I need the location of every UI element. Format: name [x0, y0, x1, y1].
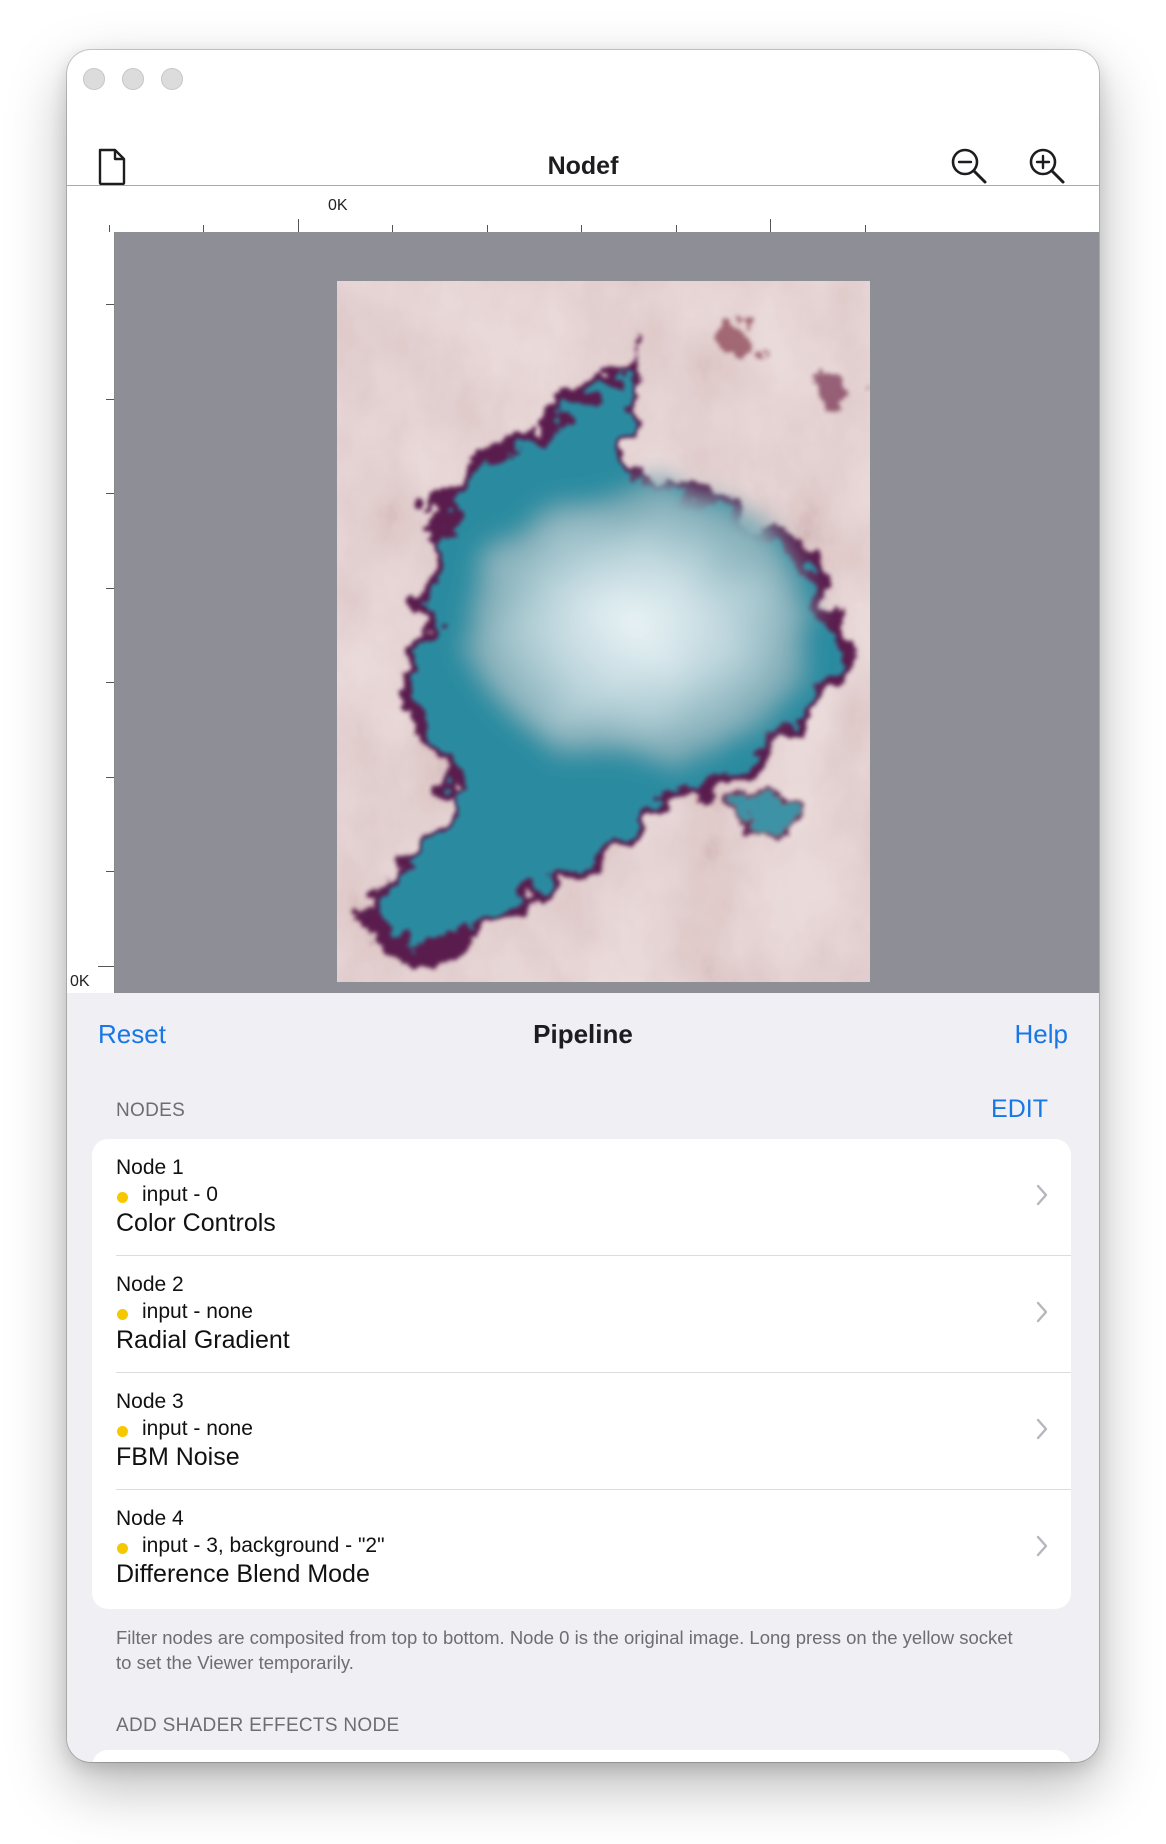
- ruler-tick: [106, 871, 114, 872]
- ruler-origin-label: 0K: [328, 197, 348, 214]
- node-filter: Radial Gradient: [116, 1326, 290, 1354]
- horizontal-ruler: 0K: [67, 185, 1099, 234]
- input-socket-icon[interactable]: [117, 1426, 128, 1437]
- ruler-tick: [98, 966, 114, 967]
- node-row[interactable]: Node 4 input - 3, background - "2" Diffe…: [92, 1490, 1071, 1607]
- node-row[interactable]: Node 1 input - 0 Color Controls: [92, 1139, 1071, 1256]
- ruler-tick: [770, 219, 771, 233]
- node-filter: FBM Noise: [116, 1443, 240, 1471]
- add-shader-list[interactable]: [92, 1750, 1071, 1762]
- node-name: Node 1: [116, 1156, 184, 1179]
- node-row[interactable]: Node 3 input - none FBM Noise: [92, 1373, 1071, 1490]
- zoom-window-button[interactable]: [161, 68, 183, 90]
- pipeline-title: Pipeline: [533, 1019, 633, 1049]
- input-socket-icon[interactable]: [117, 1309, 128, 1320]
- app-window: Nodef 0K 0K Reset Pipeline Help NODES ED…: [67, 50, 1099, 1762]
- chevron-right-icon: [1036, 1418, 1048, 1440]
- ruler-tick: [106, 304, 114, 305]
- node-filter: Color Controls: [116, 1209, 276, 1237]
- node-name: Node 3: [116, 1390, 184, 1413]
- node-input: input - 0: [142, 1183, 218, 1206]
- edit-button[interactable]: EDIT: [991, 1095, 1048, 1124]
- zoom-out-icon[interactable]: [949, 146, 989, 186]
- nodes-list: Node 1 input - 0 Color Controls Node 2 i…: [92, 1139, 1071, 1609]
- ruler-tick: [106, 588, 114, 589]
- node-row[interactable]: Node 2 input - none Radial Gradient: [92, 1256, 1071, 1373]
- zoom-in-icon[interactable]: [1027, 146, 1067, 186]
- node-name: Node 2: [116, 1273, 184, 1296]
- close-window-button[interactable]: [83, 68, 105, 90]
- input-socket-icon[interactable]: [117, 1192, 128, 1203]
- vertical-ruler: 0K: [67, 232, 115, 993]
- node-input: input - none: [142, 1300, 253, 1323]
- pipeline-footer-note: Filter nodes are composited from top to …: [116, 1627, 1013, 1673]
- preview-image: [337, 281, 870, 982]
- ruler-tick: [106, 399, 114, 400]
- ruler-tick: [106, 682, 114, 683]
- ruler-origin-label-vertical: 0K: [70, 973, 90, 990]
- window-controls: [83, 68, 183, 90]
- node-input: input - 3, background - "2": [142, 1534, 385, 1557]
- node-name: Node 4: [116, 1507, 184, 1530]
- chevron-right-icon: [1036, 1301, 1048, 1323]
- ruler-tick: [106, 493, 114, 494]
- preview-canvas[interactable]: [115, 232, 1099, 993]
- input-socket-icon[interactable]: [117, 1543, 128, 1554]
- minimize-window-button[interactable]: [122, 68, 144, 90]
- node-filter: Difference Blend Mode: [116, 1560, 370, 1588]
- help-button[interactable]: Help: [1015, 1019, 1068, 1050]
- pipeline-panel: Reset Pipeline Help NODES EDIT Node 1 in…: [67, 993, 1099, 1762]
- add-shader-section-header: ADD SHADER EFFECTS NODE: [116, 1715, 400, 1736]
- ruler-tick: [106, 777, 114, 778]
- nodes-section-header: NODES: [116, 1100, 186, 1121]
- window-title: Nodef: [547, 152, 619, 180]
- ruler-tick: [298, 219, 299, 233]
- node-input: input - none: [142, 1417, 253, 1440]
- chevron-right-icon: [1036, 1535, 1048, 1557]
- chevron-right-icon: [1036, 1184, 1048, 1206]
